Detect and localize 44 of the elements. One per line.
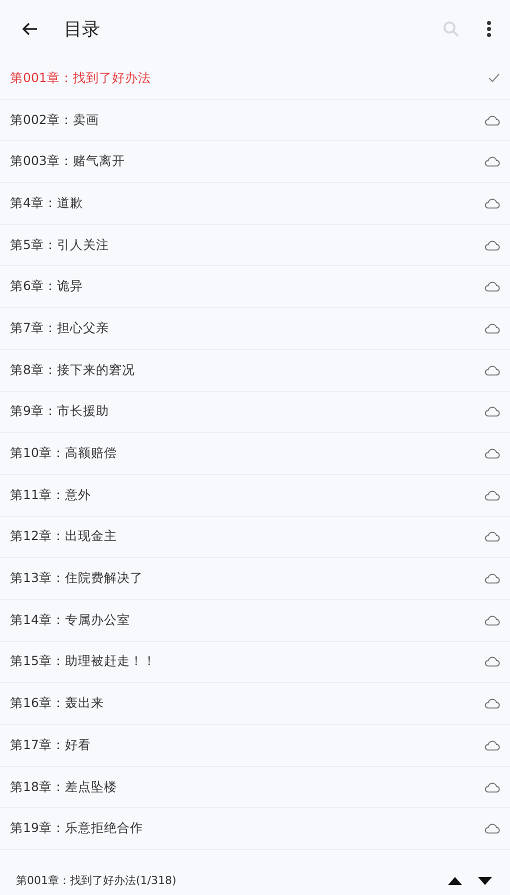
- chapter-item[interactable]: 第13章：住院费解决了: [0, 558, 510, 600]
- chapter-item[interactable]: 第19章：乐意拒绝合作: [0, 808, 510, 850]
- page-title: 目录: [64, 18, 100, 41]
- check-icon: [488, 73, 500, 84]
- chapter-item[interactable]: 第14章：专属办公室: [0, 600, 510, 642]
- cloud-icon: [484, 198, 500, 209]
- cloud-icon: [484, 698, 500, 710]
- chapter-item[interactable]: 第17章：好看: [0, 725, 510, 767]
- cloud-icon: [484, 240, 500, 251]
- cloud-icon: [484, 322, 500, 334]
- cloud-icon: [484, 490, 500, 501]
- chapter-item[interactable]: 第002章：卖画: [0, 100, 510, 142]
- chapter-item[interactable]: 第18章：差点坠楼: [0, 766, 510, 808]
- cloud-icon: [484, 156, 500, 168]
- search-icon: [442, 20, 460, 38]
- cloud-icon: [484, 531, 500, 542]
- chapter-item[interactable]: 第4章：道歉: [0, 183, 510, 225]
- chapter-item[interactable]: 第6章：诡异: [0, 266, 510, 308]
- more-icon: [486, 20, 492, 38]
- cloud-icon: [484, 782, 500, 793]
- cloud-icon: [484, 281, 500, 292]
- chapter-item[interactable]: 第9章：市长援助: [0, 392, 510, 434]
- up-triangle-icon: [448, 876, 462, 884]
- down-triangle-icon: [478, 876, 492, 884]
- chapter-item[interactable]: 第12章：出现金主: [0, 516, 510, 558]
- chapter-item[interactable]: 第11章：意外: [0, 474, 510, 517]
- cloud-icon: [484, 448, 500, 460]
- cloud-icon: [484, 823, 500, 834]
- cloud-icon: [484, 656, 500, 668]
- chapter-item[interactable]: 第5章：引人关注: [0, 224, 510, 266]
- cloud-icon: [484, 114, 500, 126]
- chapter-item[interactable]: 第10章：高额赔偿: [0, 433, 510, 475]
- chapter-item[interactable]: 第003章：赌气离开: [0, 141, 510, 184]
- chapter-item[interactable]: 第8章：接下来的窘况: [0, 350, 510, 392]
- chapter-item[interactable]: 第001章：找到了好办法: [0, 58, 510, 100]
- cloud-icon: [484, 364, 500, 376]
- chapter-item[interactable]: 第15章：助理被赶走！！: [0, 642, 510, 684]
- cloud-icon: [484, 573, 500, 584]
- current-chapter-text: 第001章：找到了好办法(1/318): [16, 873, 176, 888]
- chapter-item[interactable]: 第16章：轰出来: [0, 683, 510, 725]
- chapter-item[interactable]: 第7章：担心父亲: [0, 308, 510, 350]
- cloud-icon: [484, 614, 500, 626]
- cloud-icon: [484, 406, 500, 418]
- cloud-icon: [484, 740, 500, 751]
